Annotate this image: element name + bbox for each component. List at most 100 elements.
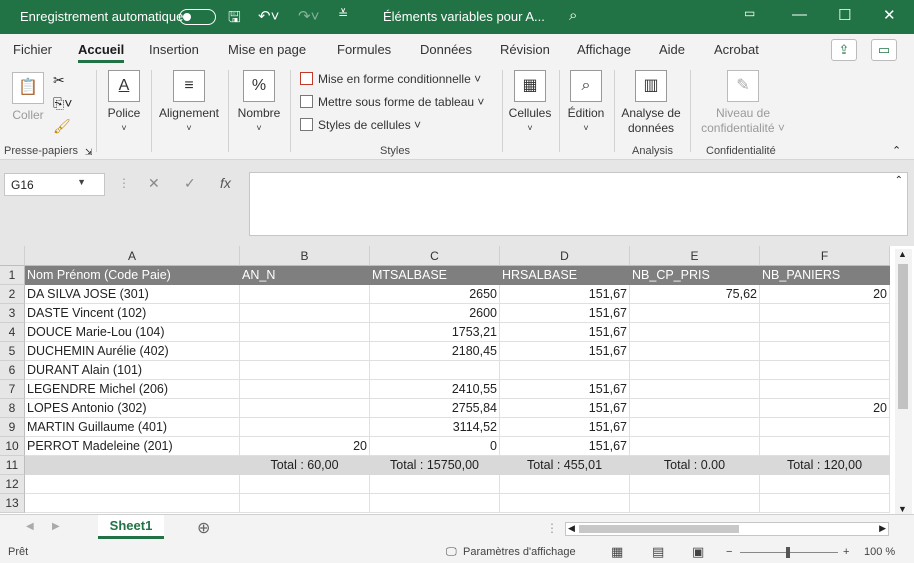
scroll-down-icon[interactable]: ▼ — [898, 504, 907, 514]
cell[interactable]: DOUCE Marie-Lou (104) — [25, 323, 240, 342]
zoom-slider-thumb[interactable] — [786, 547, 790, 558]
cell[interactable] — [760, 304, 890, 323]
cell[interactable]: MTSALBASE — [370, 266, 500, 285]
cell[interactable]: 151,67 — [500, 342, 630, 361]
maximize-icon[interactable]: ☐ — [838, 6, 851, 24]
expand-formula-icon[interactable]: ⌃ — [895, 175, 903, 186]
zoom-in-button[interactable]: + — [843, 546, 849, 558]
cell[interactable]: DASTE Vincent (102) — [25, 304, 240, 323]
undo-icon[interactable]: ↶˅ — [258, 7, 279, 25]
cell[interactable] — [240, 418, 370, 437]
close-icon[interactable]: ✕ — [883, 6, 896, 24]
save-icon[interactable]: 🖫 — [228, 7, 241, 32]
cell[interactable] — [240, 304, 370, 323]
cell[interactable] — [240, 380, 370, 399]
next-sheet-icon[interactable]: ▶ — [52, 521, 60, 532]
cells-button[interactable]: ▦ Cellules ˅ — [507, 70, 553, 134]
cell[interactable]: 151,67 — [500, 437, 630, 456]
cell[interactable]: 0 — [370, 437, 500, 456]
cell[interactable] — [760, 418, 890, 437]
row-header[interactable]: 11 — [0, 456, 25, 475]
enter-icon[interactable]: ✓ — [184, 175, 196, 192]
row-header[interactable]: 7 — [0, 380, 25, 399]
cell[interactable] — [630, 399, 760, 418]
cell[interactable]: 2180,45 — [370, 342, 500, 361]
cell-styles-button[interactable]: Styles de cellules ˅ — [300, 118, 421, 132]
cell[interactable]: NB_PANIERS — [760, 266, 890, 285]
cell[interactable]: HRSALBASE — [500, 266, 630, 285]
redo-icon[interactable]: ↷˅ — [298, 7, 319, 25]
cell[interactable] — [25, 475, 240, 494]
tab-mise-en-page[interactable]: Mise en page — [228, 42, 306, 57]
cell[interactable]: Total : 0.00 — [630, 456, 760, 475]
cell[interactable]: 20 — [760, 399, 890, 418]
autosave-toggle[interactable] — [179, 9, 216, 25]
chevron-down-icon[interactable]: ▼ — [77, 177, 86, 187]
copy-icon[interactable]: ⎘˅ — [53, 95, 72, 112]
select-all-corner[interactable] — [0, 246, 25, 266]
tab-acrobat[interactable]: Acrobat — [714, 42, 759, 57]
cell[interactable]: 2755,84 — [370, 399, 500, 418]
cell[interactable] — [630, 323, 760, 342]
cell[interactable] — [240, 361, 370, 380]
scroll-left-icon[interactable]: ◀ — [568, 523, 575, 534]
cell[interactable]: 151,67 — [500, 399, 630, 418]
cell[interactable]: 151,67 — [500, 418, 630, 437]
cell[interactable]: PERROT Madeleine (201) — [25, 437, 240, 456]
cell[interactable]: Total : 455,01 — [500, 456, 630, 475]
vertical-scrollbar[interactable]: ▲ ▼ — [895, 249, 912, 514]
format-painter-icon[interactable]: 🖌 — [53, 118, 71, 135]
display-settings-label[interactable]: Paramètres d'affichage — [463, 546, 576, 558]
column-header-c[interactable]: C — [370, 246, 500, 266]
formula-input[interactable]: ⌃ — [249, 172, 908, 236]
cell[interactable]: AN_N — [240, 266, 370, 285]
cell[interactable] — [240, 475, 370, 494]
page-break-icon[interactable]: ▣ — [692, 544, 704, 560]
analyze-data-button[interactable]: ▥ Analyse de données — [619, 70, 683, 136]
cell[interactable] — [630, 418, 760, 437]
cut-icon[interactable]: ✂ — [53, 72, 65, 89]
cell[interactable] — [370, 361, 500, 380]
cell[interactable]: 2410,55 — [370, 380, 500, 399]
cell[interactable]: 2600 — [370, 304, 500, 323]
horizontal-scrollbar[interactable]: ◀ ▶ — [565, 522, 889, 536]
cell[interactable] — [630, 342, 760, 361]
cell[interactable] — [240, 494, 370, 513]
row-header[interactable]: 8 — [0, 399, 25, 418]
cell[interactable]: Total : 15750,00 — [370, 456, 500, 475]
cell[interactable] — [25, 494, 240, 513]
tab-insertion[interactable]: Insertion — [149, 42, 199, 57]
prev-sheet-icon[interactable]: ◀ — [26, 521, 34, 532]
editing-button[interactable]: ⌕ Édition ˅ — [563, 70, 609, 134]
cell[interactable]: 2650 — [370, 285, 500, 304]
cell[interactable] — [370, 475, 500, 494]
cell[interactable] — [240, 342, 370, 361]
horizontal-scroll-thumb[interactable] — [579, 525, 739, 533]
cell[interactable]: 3114,52 — [370, 418, 500, 437]
cell[interactable] — [630, 361, 760, 380]
cell[interactable] — [25, 456, 240, 475]
cell[interactable] — [760, 361, 890, 380]
cell[interactable] — [760, 437, 890, 456]
tab-aide[interactable]: Aide — [659, 42, 685, 57]
number-button[interactable]: % Nombre ˅ — [235, 70, 283, 134]
sensitivity-button[interactable]: ✎ Niveau de confidentialité ˅ — [697, 70, 789, 136]
row-header[interactable]: 3 — [0, 304, 25, 323]
column-header-f[interactable]: F — [760, 246, 890, 266]
cell[interactable]: DA SILVA JOSE (301) — [25, 285, 240, 304]
cell[interactable]: 151,67 — [500, 285, 630, 304]
row-header[interactable]: 1 — [0, 266, 25, 285]
conditional-formatting-button[interactable]: Mise en forme conditionnelle ˅ — [300, 72, 481, 86]
cell[interactable]: DUCHEMIN Aurélie (402) — [25, 342, 240, 361]
cell[interactable] — [760, 380, 890, 399]
cell[interactable]: 75,62 — [630, 285, 760, 304]
zoom-level[interactable]: 100 % — [864, 546, 895, 558]
row-header[interactable]: 4 — [0, 323, 25, 342]
cell[interactable] — [630, 494, 760, 513]
cell[interactable]: 20 — [240, 437, 370, 456]
customize-qat-icon[interactable]: ≚ — [338, 7, 348, 21]
cell[interactable]: Total : 60,00 — [240, 456, 370, 475]
name-box[interactable]: G16 ▼ — [4, 173, 105, 196]
cell[interactable] — [240, 285, 370, 304]
paste-button[interactable]: 📋 Coller — [8, 72, 48, 122]
